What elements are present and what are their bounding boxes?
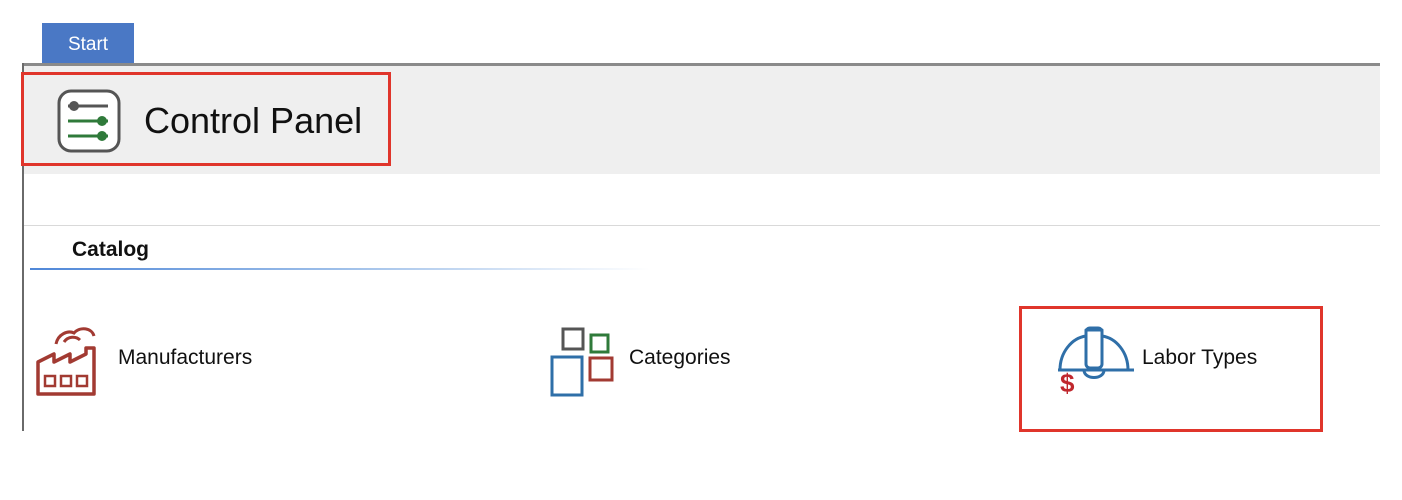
catalog-item-label: Manufacturers [118, 346, 253, 369]
svg-text:$: $ [1060, 368, 1075, 398]
app-window: Start Control Panel Catalog Manufacturer… [0, 0, 1402, 500]
content-divider [24, 225, 1380, 226]
catalog-item-labor-types[interactable]: $ Labor Types [1056, 320, 1306, 400]
categories-icon [550, 327, 614, 397]
section-underline [30, 268, 650, 270]
catalog-item-categories[interactable]: Categories [548, 326, 788, 402]
catalog-item-label: Categories [629, 346, 731, 369]
factory-icon [36, 327, 96, 396]
catalog-item-manufacturers[interactable]: Manufacturers [34, 320, 294, 400]
section-title-catalog: Catalog [72, 238, 150, 261]
catalog-item-label: Labor Types [1142, 346, 1258, 369]
control-panel-icon [57, 89, 121, 153]
hard-hat-dollar-icon: $ [1058, 326, 1134, 398]
page-title: Control Panel [144, 100, 363, 141]
tab-start[interactable]: Start [42, 23, 134, 66]
